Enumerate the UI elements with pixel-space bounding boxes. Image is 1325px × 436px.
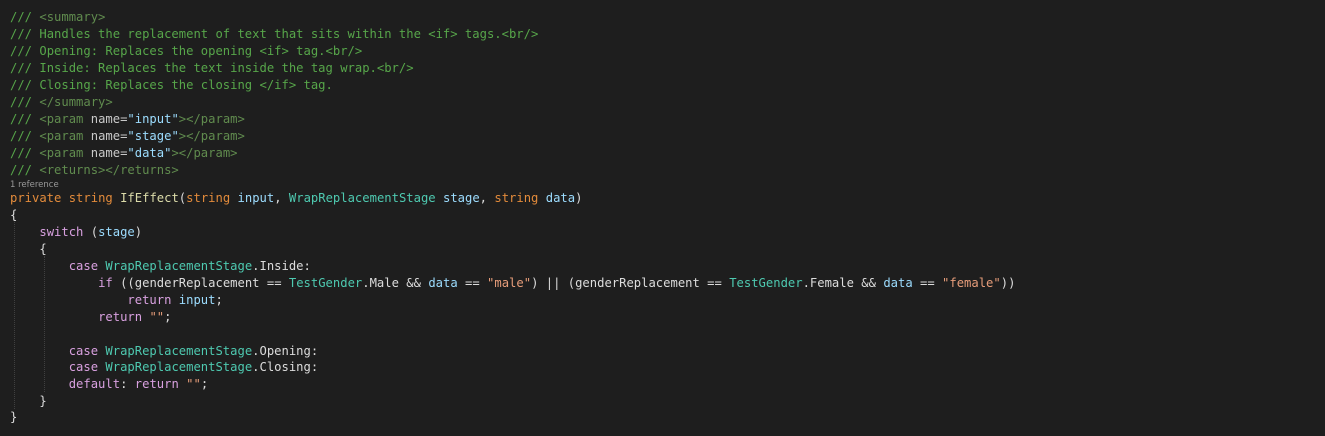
param-doc-line: /// <param name="data"></param> xyxy=(10,146,238,160)
doc-comment-line: /// Inside: Replaces the text inside the… xyxy=(10,61,414,75)
doc-comment-line: /// <summary> xyxy=(10,10,106,24)
case-opening: case WrapReplacementStage.Opening: xyxy=(68,344,319,358)
doc-comment-line: /// Opening: Replaces the opening <if> t… xyxy=(10,44,363,58)
returns-doc-line: /// <returns></returns> xyxy=(10,163,179,177)
doc-comment-line: /// </summary> xyxy=(10,95,113,109)
param-doc-line: /// <param name="stage"></param> xyxy=(10,129,245,143)
return-input: return input; xyxy=(127,293,223,307)
doc-comment-line: /// Handles the replacement of text that… xyxy=(10,27,539,41)
switch-statement: switch (stage) xyxy=(39,225,143,239)
switch-close-brace: } xyxy=(39,394,47,408)
method-close-brace: } xyxy=(10,410,18,424)
if-statement: if ((genderReplacement == TestGender.Mal… xyxy=(98,276,1016,290)
method-signature: private string IfEffect(string input, Wr… xyxy=(10,191,583,205)
default-case: default: return ""; xyxy=(68,377,209,391)
case-closing: case WrapReplacementStage.Closing: xyxy=(68,360,319,374)
return-empty: return ""; xyxy=(98,310,172,324)
method-open-brace: { xyxy=(10,208,18,222)
code-editor[interactable]: /// <summary> /// Handles the replacemen… xyxy=(0,0,1325,436)
param-doc-line: /// <param name="input"></param> xyxy=(10,112,245,126)
doc-comment-line: /// Closing: Replaces the closing </if> … xyxy=(10,78,333,92)
case-inside: case WrapReplacementStage.Inside: xyxy=(68,259,311,273)
switch-open-brace: { xyxy=(39,242,47,256)
